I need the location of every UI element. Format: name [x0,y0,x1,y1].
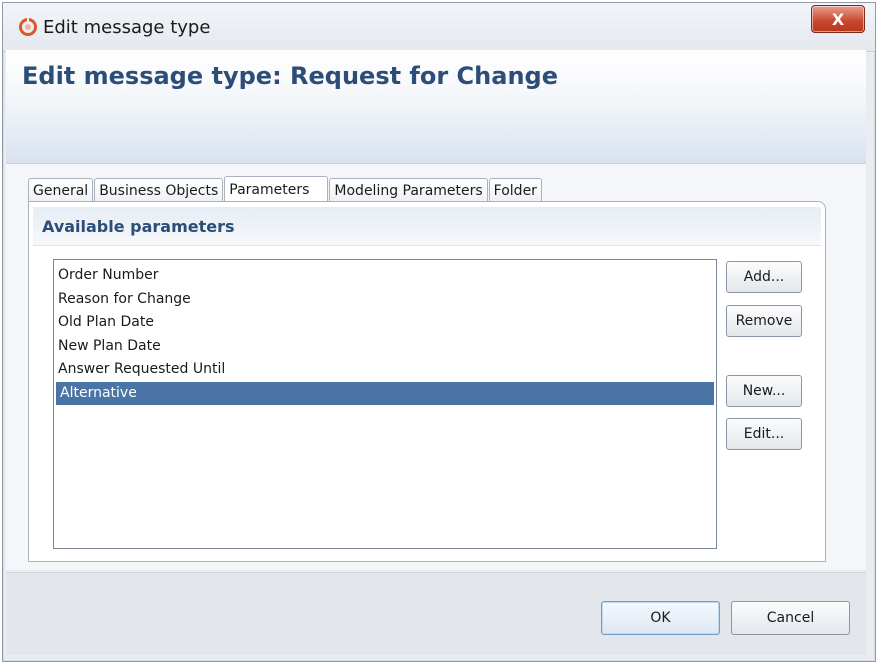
tab-folder[interactable]: Folder [488,178,542,202]
list-item[interactable]: New Plan Date [54,335,716,359]
tab-bar: General Business Objects Parameters Mode… [28,176,543,202]
section-header: Available parameters [33,207,821,246]
add-button[interactable]: Add... [726,261,802,293]
page-title: Edit message type: Request for Change [22,62,558,90]
list-item-selected[interactable]: Alternative [56,381,714,405]
window-title: Edit message type [43,17,211,38]
remove-button[interactable]: Remove [726,305,802,337]
header-panel: Edit message type: Request for Change [6,50,866,164]
close-button[interactable]: X [811,5,865,33]
list-item[interactable]: Old Plan Date [54,311,716,335]
app-logo-icon [19,18,37,36]
edit-button[interactable]: Edit... [726,418,802,450]
section-title: Available parameters [42,217,235,236]
tab-modeling-parameters[interactable]: Modeling Parameters [329,178,488,202]
ok-button[interactable]: OK [601,601,720,635]
tab-parameters[interactable]: Parameters [224,176,329,202]
tab-business-objects[interactable]: Business Objects [94,178,224,202]
list-item[interactable]: Answer Requested Until [54,358,716,382]
list-item[interactable]: Reason for Change [54,288,716,312]
cancel-button[interactable]: Cancel [731,601,850,635]
close-icon: X [831,9,845,29]
tab-general[interactable]: General [28,178,94,202]
new-button[interactable]: New... [726,375,802,407]
parameters-list[interactable]: Order Number Reason for Change Old Plan … [53,259,717,549]
list-item[interactable]: Order Number [54,264,716,288]
title-bar[interactable]: Edit message type X [3,3,875,52]
